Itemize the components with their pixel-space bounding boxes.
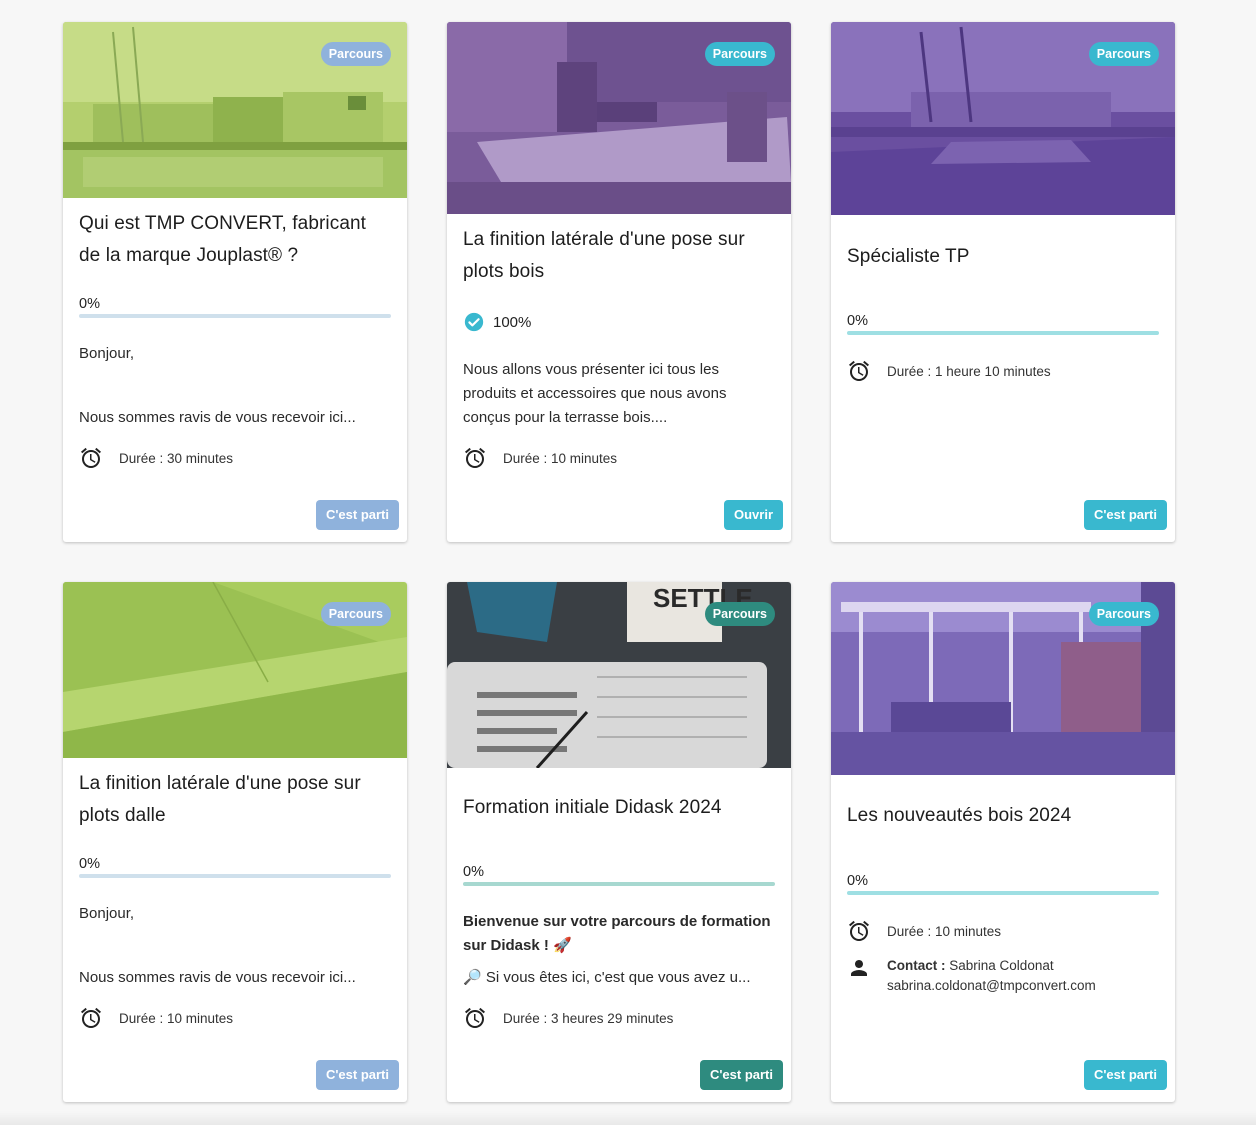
alarm-icon (79, 1006, 103, 1030)
contact-label: Contact : (887, 958, 946, 973)
parcours-badge: Parcours (704, 602, 775, 626)
progress-label: 0% (79, 296, 100, 312)
course-description: 🔎 Si vous êtes ici, c'est que vous avez … (463, 969, 751, 986)
course-image-pergola: Parcours (831, 582, 1175, 775)
course-image-slab: Parcours (63, 582, 407, 758)
start-button[interactable]: C'est parti (1083, 500, 1167, 530)
course-description-greeting: Bonjour, (79, 345, 135, 362)
parcours-badge: Parcours (704, 42, 775, 66)
duration-row: Durée : 1 heure 10 minutes (847, 359, 1159, 383)
duration-text: Durée : 1 heure 10 minutes (887, 363, 1051, 379)
check-circle-icon (464, 312, 484, 332)
progress-label: 0% (79, 856, 100, 872)
course-title: Formation initiale Didask 2024 (463, 797, 722, 818)
page-bottom-shadow (0, 1111, 1256, 1125)
alarm-icon (847, 919, 871, 943)
course-card-finition-plots-bois[interactable]: Parcours La finition latérale d'une pose… (447, 22, 791, 542)
course-card-finition-plots-dalle[interactable]: Parcours La finition latérale d'une pose… (63, 582, 407, 1102)
course-title: La finition latérale d'une pose sur plot… (463, 229, 745, 282)
progress-label: 0% (847, 313, 868, 329)
duration-row: Durée : 3 heures 29 minutes (463, 1006, 775, 1030)
duration-row: Durée : 10 minutes (463, 446, 775, 470)
course-title: Les nouveautés bois 2024 (847, 805, 1072, 826)
parcours-badge: Parcours (320, 602, 391, 626)
course-card-tmp-convert[interactable]: Parcours Qui est TMP CONVERT, fabricant … (63, 22, 407, 542)
alarm-icon (463, 1006, 487, 1030)
alarm-icon (463, 446, 487, 470)
start-button[interactable]: C'est parti (1083, 1060, 1167, 1090)
progress-label: 0% (847, 873, 868, 889)
duration-row: Durée : 10 minutes (847, 919, 1159, 943)
progress-bar (847, 891, 1159, 895)
parcours-badge: Parcours (1088, 602, 1159, 626)
duration-text: Durée : 10 minutes (503, 450, 618, 466)
progress-bar (79, 314, 391, 318)
progress-label: 100% (493, 313, 532, 331)
progress-bar (463, 882, 775, 886)
duration-text: Durée : 3 heures 29 minutes (503, 1010, 674, 1026)
person-icon (847, 956, 871, 980)
progress-bar (847, 331, 1159, 335)
progress-bar (79, 874, 391, 878)
start-button[interactable]: C'est parti (315, 500, 399, 530)
course-description-greeting: Bonjour, (79, 905, 135, 922)
course-card-formation-didask[interactable]: SETTLE Parcours Formation initiale Didas… (447, 582, 791, 1102)
course-description: Nous sommes ravis de vous recevoir ici..… (79, 409, 356, 426)
completed-row: 100% (463, 311, 775, 333)
course-image-notebook: SETTLE Parcours (447, 582, 791, 768)
course-description-intro: Bienvenue sur votre parcours de formatio… (463, 913, 771, 954)
alarm-icon (847, 359, 871, 383)
course-image-terrace: Parcours (447, 22, 791, 214)
course-image-factory: Parcours (63, 22, 407, 198)
course-card-nouveautes-bois[interactable]: Parcours Les nouveautés bois 2024 0% Dur… (831, 582, 1175, 1102)
duration-row: Durée : 10 minutes (79, 1006, 391, 1030)
duration-text: Durée : 30 minutes (119, 450, 234, 466)
course-title: Spécialiste TP (847, 246, 970, 267)
course-description: Nous allons vous présenter ici tous les … (463, 361, 727, 426)
contact-row: Contact : Sabrina Coldonat sabrina.coldo… (847, 956, 1159, 996)
contact-name: Sabrina Coldonat (949, 958, 1054, 973)
progress-label: 0% (463, 864, 484, 880)
start-button[interactable]: C'est parti (699, 1060, 783, 1090)
course-description: Nous sommes ravis de vous recevoir ici..… (79, 969, 356, 986)
parcours-badge: Parcours (1088, 42, 1159, 66)
open-button[interactable]: Ouvrir (723, 500, 783, 530)
alarm-icon (79, 446, 103, 470)
course-image-parking: Parcours (831, 22, 1175, 215)
start-button[interactable]: C'est parti (315, 1060, 399, 1090)
parcours-badge: Parcours (320, 42, 391, 66)
duration-text: Durée : 10 minutes (887, 923, 1002, 939)
duration-row: Durée : 30 minutes (79, 446, 391, 470)
duration-text: Durée : 10 minutes (119, 1010, 234, 1026)
contact-email[interactable]: sabrina.coldonat@tmpconvert.com (887, 976, 1096, 996)
course-title: La finition latérale d'une pose sur plot… (79, 773, 361, 826)
course-card-specialiste-tp[interactable]: Parcours Spécialiste TP 0% Durée : 1 heu… (831, 22, 1175, 542)
course-title: Qui est TMP CONVERT, fabricant de la mar… (79, 213, 367, 266)
